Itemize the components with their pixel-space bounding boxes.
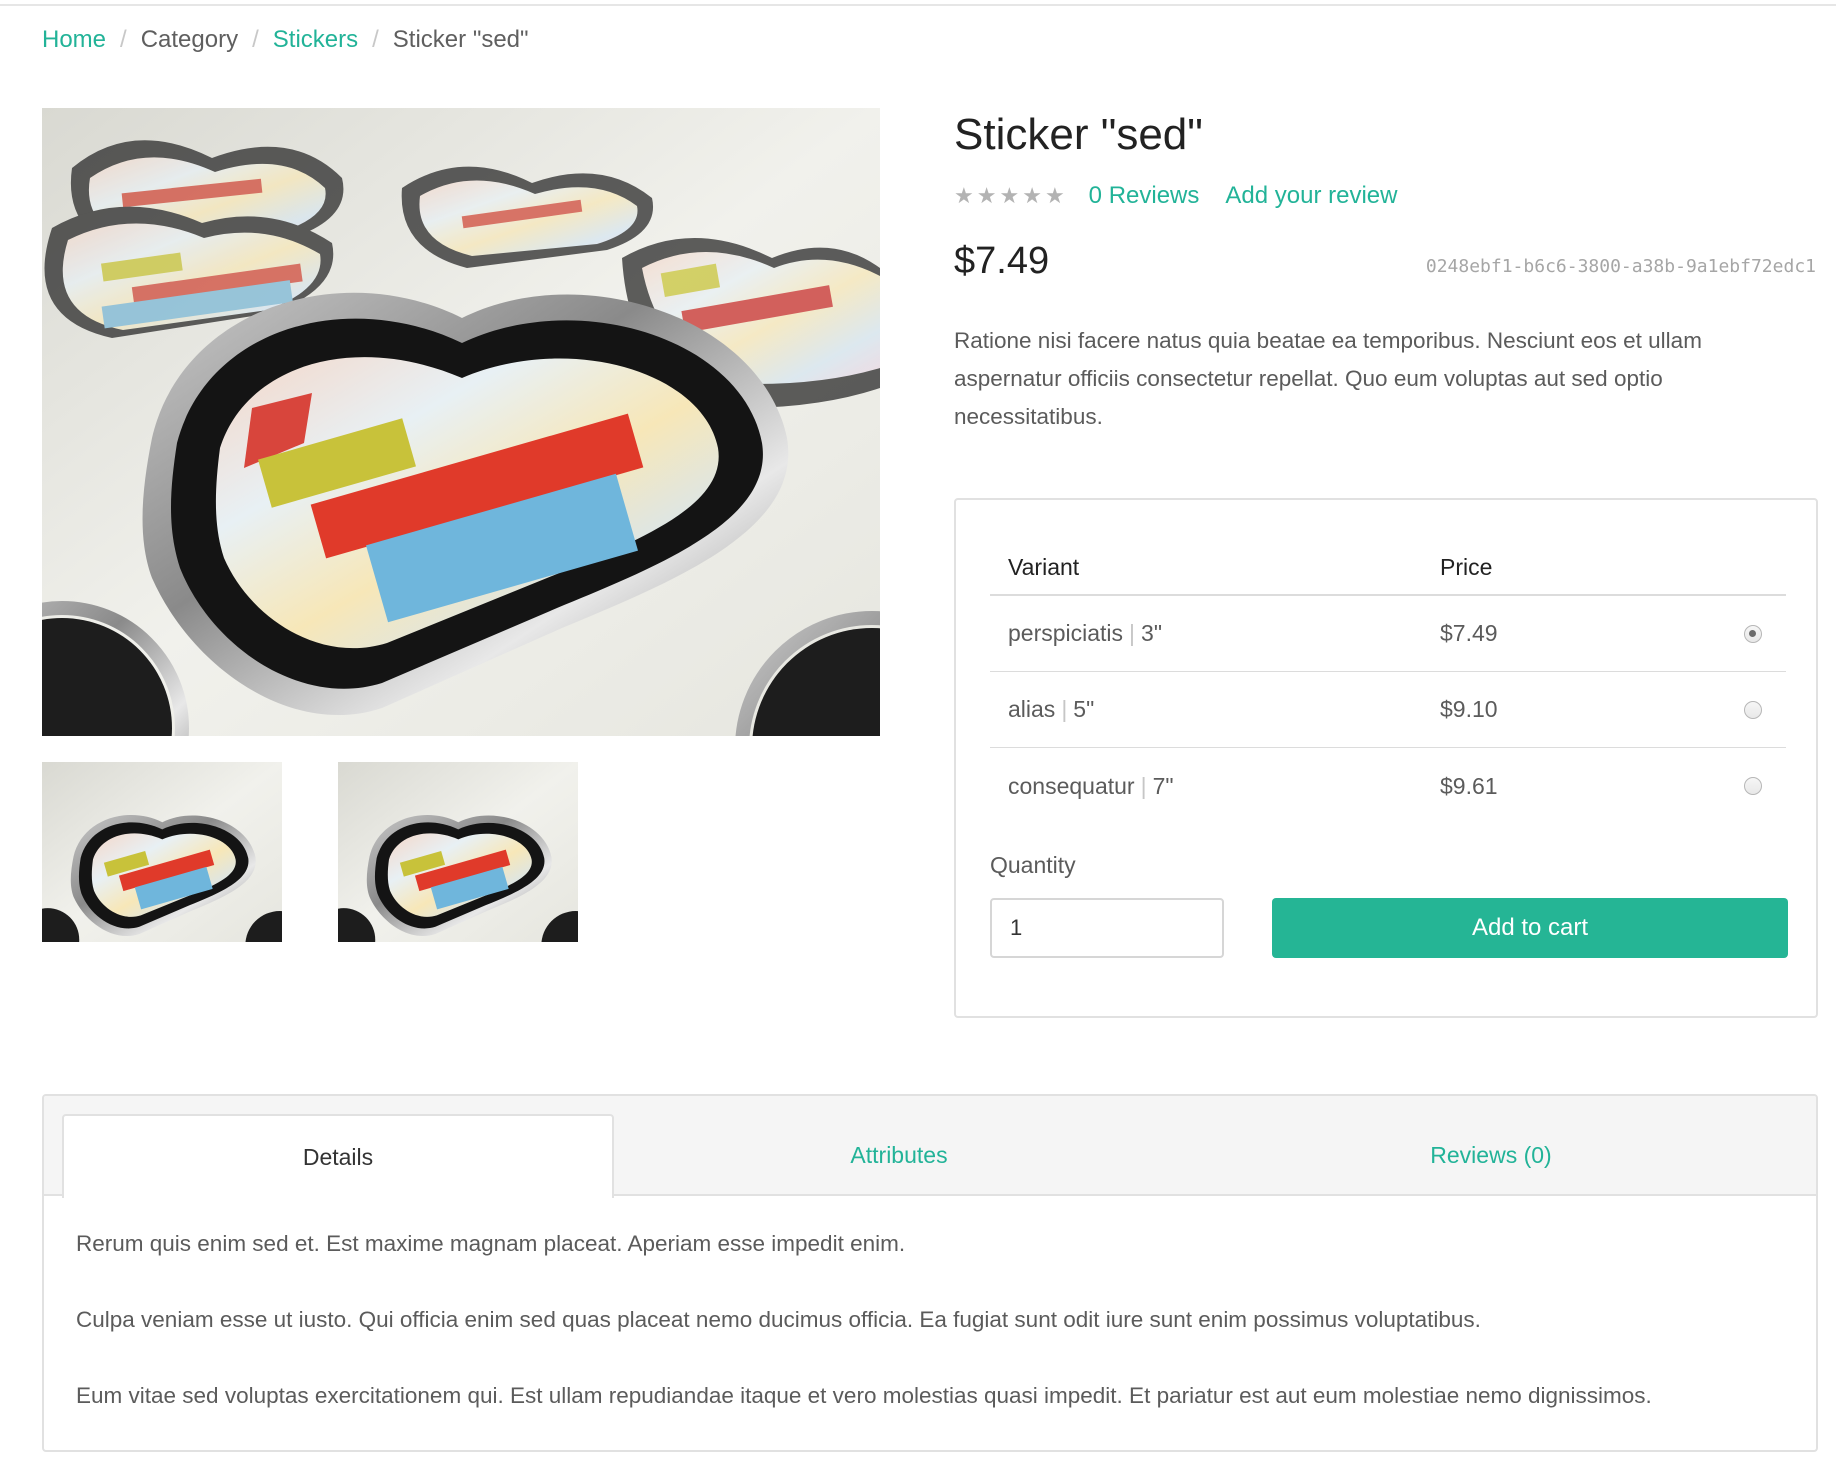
thumbnail-image bbox=[42, 762, 282, 942]
product-description: Ratione nisi facere natus quia beatae ea… bbox=[954, 328, 1702, 429]
variant-separator: | bbox=[1061, 696, 1068, 722]
breadcrumb-separator: / bbox=[252, 26, 259, 53]
star-icon: ★ bbox=[999, 183, 1020, 208]
breadcrumb-separator: / bbox=[120, 26, 127, 53]
product-thumbnail-1[interactable] bbox=[42, 762, 282, 942]
tab-bar: Details Attributes Reviews (0) bbox=[44, 1096, 1816, 1198]
variant-table-header: Variant Price bbox=[990, 540, 1786, 596]
product-sku: 0248ebf1-b6c6-3800-a38b-9a1ebf72edc1 bbox=[1425, 256, 1816, 277]
variant-radio[interactable] bbox=[1744, 777, 1762, 795]
quantity-input[interactable] bbox=[990, 898, 1224, 958]
details-paragraph: Eum vitae sed voluptas exercitationem qu… bbox=[76, 1383, 1652, 1408]
details-paragraph: Rerum quis enim sed et. Est maxime magna… bbox=[76, 1231, 906, 1256]
variant-price: $7.49 bbox=[1440, 620, 1498, 646]
variant-name: perspiciatis bbox=[1008, 620, 1124, 646]
variant-size: 3" bbox=[1141, 620, 1162, 646]
tab-reviews[interactable]: Reviews (0) bbox=[1184, 1114, 1798, 1196]
variant-column-header: Variant bbox=[1008, 553, 1080, 580]
breadcrumb-current: Sticker "sed" bbox=[392, 26, 529, 53]
quantity-label: Quantity bbox=[990, 852, 1076, 878]
star-icon: ★ bbox=[1044, 183, 1065, 208]
star-rating: ★ ★ ★ ★ ★ bbox=[954, 185, 1065, 207]
variant-radio[interactable] bbox=[1744, 624, 1762, 643]
breadcrumb-stickers[interactable]: Stickers bbox=[273, 26, 358, 54]
product-main-image bbox=[42, 108, 880, 736]
variant-selector-panel: Variant Price perspiciatis | 3" $7.49 alia… bbox=[954, 498, 1818, 1018]
variant-name: alias bbox=[1008, 696, 1056, 722]
breadcrumb-category: Category bbox=[140, 26, 239, 53]
details-panel: Rerum quis enim sed et. Est maxime magna… bbox=[76, 1230, 1786, 1450]
variant-size: 7" bbox=[1152, 772, 1174, 799]
price-column-header: Price bbox=[1440, 553, 1493, 580]
product-title: Sticker "sed" bbox=[954, 110, 1203, 159]
star-icon: ★ bbox=[954, 183, 974, 208]
variant-row[interactable]: consequatur | 7" $9.61 bbox=[990, 748, 1786, 824]
star-icon: ★ bbox=[976, 183, 997, 208]
product-thumbnail-2[interactable] bbox=[338, 762, 578, 942]
variant-table: Variant Price perspiciatis | 3" $7.49 alia… bbox=[990, 540, 1786, 824]
breadcrumb: Home / Category / Stickers / Sticker "se… bbox=[42, 26, 529, 54]
breadcrumb-home[interactable]: Home bbox=[42, 26, 106, 54]
variant-separator: | bbox=[1140, 772, 1147, 799]
variant-separator: | bbox=[1129, 620, 1136, 646]
product-tabs: Details Attributes Reviews (0) Rerum qui… bbox=[42, 1094, 1818, 1452]
variant-name: consequatur bbox=[1008, 772, 1135, 799]
variant-radio[interactable] bbox=[1744, 700, 1762, 719]
tab-attributes[interactable]: Attributes bbox=[614, 1114, 1184, 1196]
variant-price: $9.10 bbox=[1440, 696, 1498, 722]
details-paragraph: Culpa veniam esse ut iusto. Qui officia … bbox=[76, 1307, 1481, 1332]
breadcrumb-separator: / bbox=[372, 26, 379, 53]
rating-row: ★ ★ ★ ★ ★ 0 Reviews Add your review bbox=[954, 182, 1423, 210]
product-price: $7.49 bbox=[954, 240, 1050, 282]
variant-row[interactable]: perspiciatis | 3" $7.49 bbox=[990, 596, 1786, 672]
top-rule bbox=[0, 4, 1836, 6]
reviews-link[interactable]: 0 Reviews bbox=[1089, 182, 1200, 210]
variant-row[interactable]: alias | 5" $9.10 bbox=[990, 672, 1786, 748]
thumbnail-image bbox=[338, 762, 578, 942]
heart-sticker-photo bbox=[42, 108, 880, 736]
add-review-link[interactable]: Add your review bbox=[1225, 182, 1397, 210]
add-to-cart-button[interactable]: Add to cart bbox=[1272, 898, 1788, 958]
tab-details[interactable]: Details bbox=[62, 1114, 614, 1198]
star-icon: ★ bbox=[1022, 183, 1042, 208]
variant-price: $9.61 bbox=[1440, 772, 1498, 799]
variant-size: 5" bbox=[1073, 696, 1095, 722]
